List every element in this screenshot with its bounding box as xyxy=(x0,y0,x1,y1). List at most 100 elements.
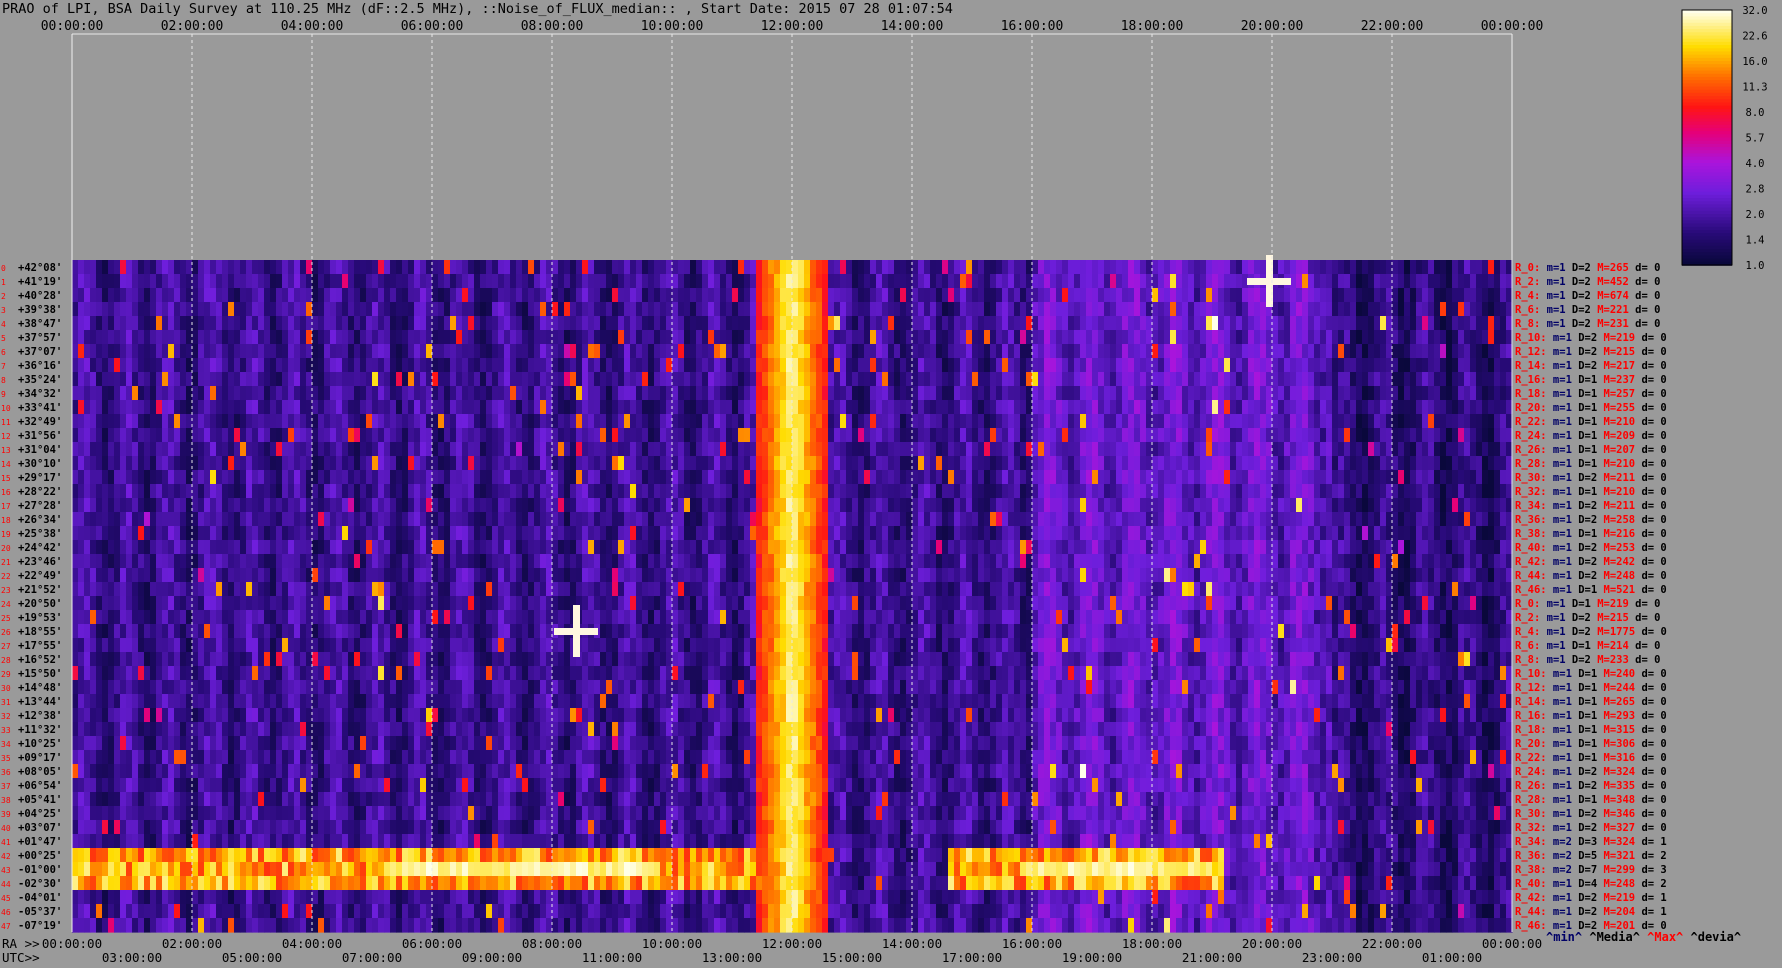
heatmap-cell xyxy=(360,274,367,289)
heatmap-cell xyxy=(342,610,349,625)
heatmap-cell xyxy=(456,526,463,541)
heatmap-cell xyxy=(570,568,577,583)
heatmap-cell xyxy=(654,904,661,919)
heatmap-cell xyxy=(318,904,325,919)
heatmap-cell xyxy=(390,288,397,303)
heatmap-cell xyxy=(654,708,661,723)
heatmap-cell xyxy=(312,540,319,555)
heatmap-cell xyxy=(108,680,115,695)
heatmap-cell xyxy=(594,372,601,387)
heatmap-cell xyxy=(510,708,517,723)
heatmap-cell xyxy=(474,526,481,541)
heatmap-cell xyxy=(210,498,217,513)
heatmap-cell xyxy=(492,918,499,933)
heatmap-cell xyxy=(336,540,343,555)
heatmap-cell xyxy=(606,778,613,793)
heatmap-cell xyxy=(204,736,211,751)
heatmap-cell xyxy=(486,414,493,429)
heatmap-cell xyxy=(72,736,79,751)
heatmap-cell xyxy=(618,470,625,485)
heatmap-cell xyxy=(192,498,199,513)
heatmap-cell xyxy=(294,652,301,667)
heatmap-cell xyxy=(366,792,373,807)
heatmap-cell xyxy=(498,792,505,807)
heatmap-cell xyxy=(648,638,655,653)
heatmap-cell xyxy=(156,428,163,443)
heatmap-cell xyxy=(336,568,343,583)
heatmap-cell xyxy=(270,372,277,387)
heatmap-cell xyxy=(384,834,391,849)
heatmap-cell xyxy=(78,344,85,359)
heatmap-cell xyxy=(234,414,241,429)
heatmap-cell xyxy=(318,582,325,597)
heatmap-cell xyxy=(348,708,355,723)
heatmap-cell xyxy=(258,666,265,681)
heatmap-cell xyxy=(282,904,289,919)
heatmap-cell xyxy=(492,624,499,639)
heatmap-cell xyxy=(198,862,205,877)
heatmap-cell xyxy=(600,638,607,653)
heatmap-cell xyxy=(288,400,295,415)
heatmap-cell xyxy=(360,736,367,751)
heatmap-cell xyxy=(696,288,703,303)
heatmap-cell xyxy=(678,470,685,485)
heatmap-cell xyxy=(654,302,661,317)
heatmap-cell xyxy=(636,260,643,275)
heatmap-cell xyxy=(324,666,331,681)
heatmap-cell xyxy=(390,792,397,807)
heatmap-cell xyxy=(456,596,463,611)
heatmap-cell xyxy=(126,316,133,331)
heatmap-cell xyxy=(120,736,127,751)
heatmap-cell xyxy=(558,582,565,597)
heatmap-cell xyxy=(564,512,571,527)
heatmap-cell xyxy=(654,680,661,695)
heatmap-cell xyxy=(240,918,247,933)
heatmap-cell xyxy=(534,680,541,695)
heatmap-cell xyxy=(420,778,427,793)
heatmap-cell xyxy=(576,806,583,821)
heatmap-cell xyxy=(510,386,517,401)
heatmap-cell xyxy=(126,694,133,709)
heatmap-cell xyxy=(684,638,691,653)
heatmap-cell xyxy=(384,386,391,401)
heatmap-cell xyxy=(408,260,415,275)
heatmap-cell xyxy=(126,848,133,863)
heatmap-cell xyxy=(594,610,601,625)
heatmap-cell xyxy=(246,568,253,583)
heatmap-cell xyxy=(222,568,229,583)
heatmap-cell xyxy=(324,372,331,387)
heatmap-cell xyxy=(102,820,109,835)
heatmap-cell xyxy=(606,666,613,681)
heatmap-cell xyxy=(528,792,535,807)
heatmap-cell xyxy=(258,876,265,891)
heatmap-cell xyxy=(474,372,481,387)
heatmap-cell xyxy=(684,904,691,919)
heatmap-cell xyxy=(144,358,151,373)
heatmap-cell xyxy=(414,792,421,807)
heatmap-cell xyxy=(378,652,385,667)
heatmap-cell xyxy=(276,344,283,359)
heatmap-cell xyxy=(366,652,373,667)
heatmap-cell xyxy=(570,372,577,387)
heatmap-cell xyxy=(522,400,529,415)
heatmap-cell xyxy=(414,862,421,877)
heatmap-cell xyxy=(330,610,337,625)
heatmap-cell xyxy=(414,820,421,835)
heatmap-cell xyxy=(222,708,229,723)
heatmap-cell xyxy=(324,568,331,583)
heatmap-cell xyxy=(228,918,235,933)
heatmap-cell xyxy=(408,456,415,471)
heatmap-cell xyxy=(480,806,487,821)
heatmap-cell xyxy=(462,624,469,639)
heatmap-cell xyxy=(294,414,301,429)
heatmap-cell xyxy=(78,778,85,793)
heatmap-cell xyxy=(606,708,613,723)
heatmap-cell xyxy=(540,806,547,821)
heatmap-cell xyxy=(378,680,385,695)
heatmap-cell xyxy=(354,722,361,737)
heatmap-cell xyxy=(294,288,301,303)
heatmap-cell xyxy=(636,680,643,695)
heatmap-cell xyxy=(510,680,517,695)
heatmap-cell xyxy=(456,694,463,709)
heatmap-cell xyxy=(180,540,187,555)
